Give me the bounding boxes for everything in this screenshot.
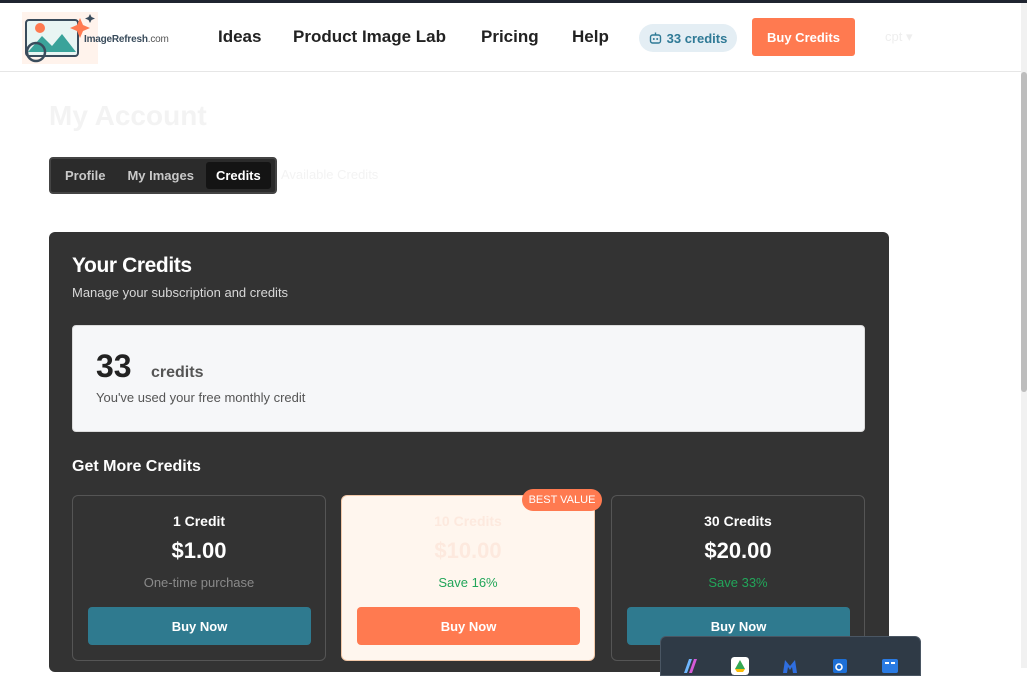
app-icon[interactable] [881,657,899,675]
best-value-badge: BEST VALUE [522,489,602,511]
plan-note: One-time purchase [143,575,255,590]
tab-my-images[interactable]: My Images [117,162,203,189]
tab-profile[interactable]: Profile [55,162,115,189]
plan-name: 1 Credit [172,513,226,529]
outlook-icon[interactable] [831,657,849,675]
buy-now-button[interactable]: Buy Now [88,607,311,645]
plan-card-1: 1 Credit $1.00 One-time purchase Buy Now [72,495,326,661]
tab-caption: Available Credits [281,167,379,182]
tab-credits[interactable]: Credits [205,162,271,189]
account-tabs: Profile My Images Credits [49,157,277,194]
more-credits-heading: Get More Credits [72,458,201,475]
buy-now-button[interactable]: Buy Now [357,607,580,645]
plan-card-10: 10 Credits $10.00 Save 16% Buy Now [341,495,595,661]
plan-name: 10 Credits [434,513,502,529]
nav-help[interactable]: Help [572,27,609,47]
credits-pill[interactable]: 33 credits [639,24,737,52]
balance-number: 33 [96,348,132,384]
credits-count: 33 credits [666,30,728,46]
malwarebytes-icon[interactable] [781,657,799,675]
plan-note: Save 33% [708,575,768,590]
plan-price: $10.00 [434,538,502,563]
card-title: Your Credits [72,254,192,277]
logo-domain: .com [147,34,169,45]
logo[interactable]: ImageRefresh.com [22,12,182,64]
logo-name: ImageRefresh [84,34,148,45]
page-title: My Account [49,100,207,131]
taskbar-popup [660,636,921,676]
plan-price: $1.00 [171,538,227,563]
nav-pricing[interactable]: Pricing [481,27,539,47]
google-drive-icon[interactable] [731,657,749,675]
buy-credits-button[interactable]: Buy Credits [752,18,855,56]
robot-icon [649,32,661,44]
plan-price: $20.00 [704,538,772,563]
user-menu[interactable]: cpt ▾ [885,29,912,45]
plan-note: Save 16% [438,575,498,590]
site-header: ImageRefresh.com Ideas Product Image Lab… [0,3,1021,72]
logo-text: ImageRefresh.com [84,34,169,45]
copilot-icon[interactable] [681,657,699,675]
credits-card: Your Credits Manage your subscription an… [49,232,889,672]
nav-ideas[interactable]: Ideas [218,27,261,47]
scrollbar-thumb[interactable] [1021,72,1027,392]
card-subtitle: Manage your subscription and credits [72,285,289,300]
nav-product-image-lab[interactable]: Product Image Lab [293,27,446,47]
balance-note: You've used your free monthly credit [96,390,306,405]
balance-unit: credits [151,364,204,381]
plan-name: 30 Credits [704,513,772,529]
balance-panel: 33 credits You've used your free monthly… [72,325,865,432]
